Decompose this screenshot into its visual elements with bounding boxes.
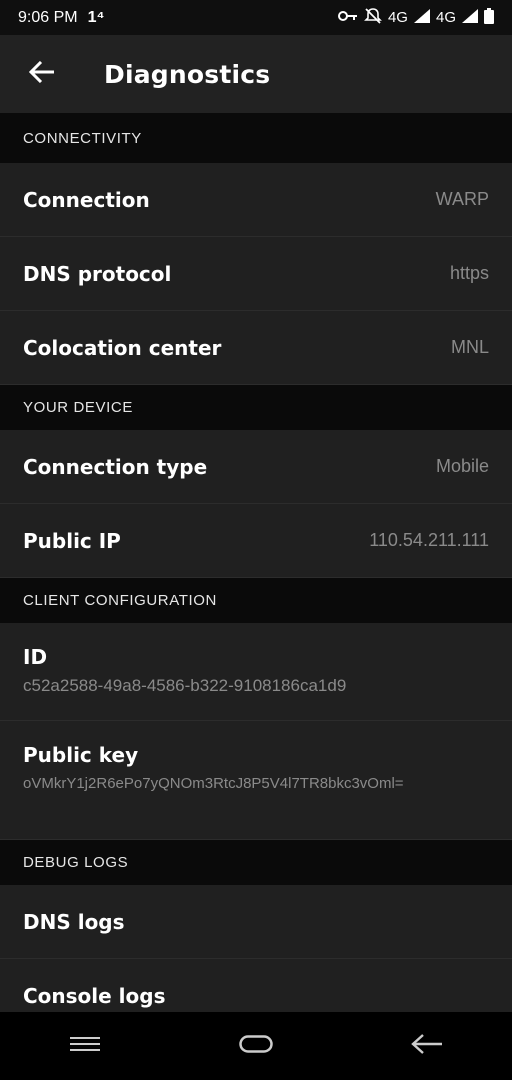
row-value: https (449, 263, 489, 283)
app-bar: Diagnostics (0, 35, 512, 113)
row-value: MNL (450, 337, 489, 357)
row-public-ip: Public IP 110.54.211.111 (0, 504, 512, 578)
row-label: DNS protocol (23, 261, 172, 286)
network-type-2: 4G (435, 9, 456, 26)
row-dns-protocol: DNS protocol https (0, 237, 512, 311)
row-label: Connection type (23, 454, 208, 479)
row-label: ID (23, 645, 48, 669)
network-type-1: 4G (387, 9, 408, 26)
row-console-logs[interactable]: Console logs (0, 959, 512, 1012)
status-right: 4G 4G (337, 7, 494, 29)
row-label: Public IP (23, 528, 121, 553)
home-pill-icon (239, 1035, 273, 1057)
section-header-connectivity: CONNECTIVITY (0, 113, 512, 163)
row-value: WARP (435, 189, 489, 209)
menu-button[interactable] (55, 1021, 115, 1071)
back-button[interactable] (22, 54, 62, 94)
system-back-button[interactable] (397, 1021, 457, 1071)
status-bar: 9:06 PM 1⁴ 4G 4G (0, 0, 512, 35)
status-time: 9:06 PM (18, 8, 78, 26)
back-arrow-icon (410, 1033, 443, 1059)
row-colocation-center: Colocation center MNL (0, 311, 512, 385)
section-header-your-device: YOUR DEVICE (0, 385, 512, 430)
system-nav-bar (0, 1012, 512, 1080)
notification-count: 1⁴ (87, 8, 105, 26)
page-title: Diagnostics (104, 59, 271, 89)
row-connection: Connection WARP (0, 163, 512, 237)
row-label: DNS logs (23, 909, 125, 934)
bell-off-icon (364, 7, 382, 29)
diagnostics-list[interactable]: CONNECTIVITY Connection WARP DNS protoco… (0, 113, 512, 1012)
section-header-client-configuration: CLIENT CONFIGURATION (0, 578, 512, 623)
row-value: oVMkrY1j2R6ePo7yQNOm3RtcJ8P5V4l7TR8bkc3v… (23, 775, 404, 792)
row-dns-logs[interactable]: DNS logs (0, 885, 512, 959)
section-header-debug-logs: DEBUG LOGS (0, 840, 512, 885)
row-label: Console logs (23, 983, 166, 1008)
row-value: c52a2588-49a8-4586-b322-9108186ca1d9 (23, 676, 347, 695)
signal-icon (413, 8, 430, 27)
row-connection-type: Connection type Mobile (0, 430, 512, 504)
battery-icon (484, 7, 494, 28)
row-label: Public key (23, 743, 139, 767)
menu-icon (70, 1036, 101, 1056)
row-label: Colocation center (23, 335, 222, 360)
signal-icon (462, 8, 478, 27)
row-id[interactable]: ID c52a2588-49a8-4586-b322-9108186ca1d9 (0, 623, 512, 721)
row-public-key[interactable]: Public key oVMkrY1j2R6ePo7yQNOm3RtcJ8P5V… (0, 721, 512, 840)
key-icon (337, 9, 358, 26)
row-label: Connection (23, 187, 150, 212)
arrow-left-icon (28, 60, 55, 87)
row-value: 110.54.211.111 (369, 530, 489, 550)
row-value: Mobile (435, 456, 489, 476)
home-button[interactable] (226, 1021, 286, 1071)
status-left: 9:06 PM 1⁴ (18, 9, 104, 27)
